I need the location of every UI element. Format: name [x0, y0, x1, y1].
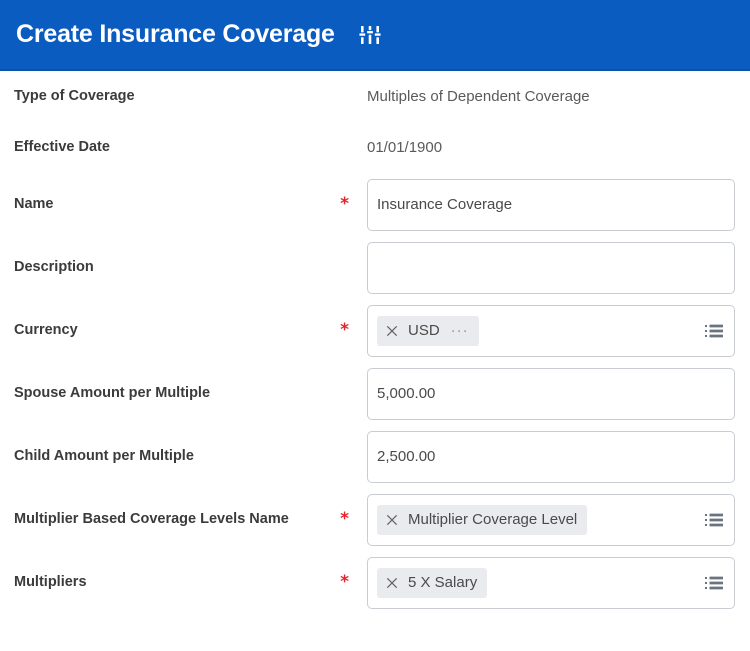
description-input[interactable]	[367, 241, 735, 294]
field-label: Multipliers	[14, 574, 87, 591]
multiplier-coverage-levels-token[interactable]: Multiplier Coverage Level	[377, 504, 588, 535]
label-cell: Effective Date *	[14, 139, 353, 156]
form-row-multiplier-based-coverage-levels-name: Multiplier Based Coverage Levels Name * …	[0, 488, 750, 551]
form-row-type-of-coverage: Type of Coverage * Multiples of Dependen…	[0, 71, 750, 122]
ellipsis-icon[interactable]: ···	[451, 323, 469, 338]
form-row-child-amount-per-multiple: Child Amount per Multiple * 2,500.00	[0, 425, 750, 488]
value-cell: 5 X Salary	[353, 556, 736, 609]
page-title: Create Insurance Coverage	[16, 20, 335, 48]
form-row-multipliers: Multipliers * 5 X Salary	[0, 551, 750, 614]
form-row-description: Description *	[0, 236, 750, 299]
label-cell: Multipliers *	[14, 574, 353, 591]
multipliers-token-label: 5 X Salary	[408, 574, 478, 591]
child-amount-input[interactable]: 2,500.00	[367, 430, 735, 483]
field-label: Effective Date	[14, 139, 110, 156]
form-row-spouse-amount-per-multiple: Spouse Amount per Multiple * 5,000.00	[0, 362, 750, 425]
spouse-amount-input[interactable]: 5,000.00	[367, 367, 735, 420]
field-label: Child Amount per Multiple	[14, 448, 194, 465]
close-icon[interactable]	[383, 322, 401, 340]
multipliers-input[interactable]: 5 X Salary	[367, 556, 735, 609]
list-icon[interactable]	[704, 323, 724, 339]
readonly-value-type-of-coverage: Multiples of Dependent Coverage	[367, 87, 590, 105]
page-header: Create Insurance Coverage	[0, 0, 750, 71]
field-label: Currency	[14, 322, 78, 339]
multipliers-token[interactable]: 5 X Salary	[377, 567, 488, 598]
value-cell	[353, 241, 736, 294]
value-cell: Multiplier Coverage Level	[353, 493, 736, 546]
currency-token-label: USD	[408, 322, 440, 339]
form-row-name: Name * Insurance Coverage	[0, 173, 750, 236]
sliders-icon[interactable]	[357, 22, 383, 48]
currency-input[interactable]: USD ···	[367, 304, 735, 357]
label-cell: Child Amount per Multiple *	[14, 448, 353, 465]
field-label: Description	[14, 259, 94, 276]
field-label: Type of Coverage	[14, 88, 135, 105]
form-row-effective-date: Effective Date * 01/01/1900	[0, 122, 750, 173]
multiplier-coverage-levels-input[interactable]: Multiplier Coverage Level	[367, 493, 735, 546]
value-cell: Multiples of Dependent Coverage	[353, 88, 736, 106]
required-marker: *	[340, 194, 349, 214]
label-cell: Multiplier Based Coverage Levels Name *	[14, 511, 353, 528]
spouse-amount-input-value: 5,000.00	[377, 384, 436, 402]
required-marker: *	[340, 320, 349, 340]
value-cell: 01/01/1900	[353, 139, 736, 157]
required-marker: *	[340, 509, 349, 529]
label-cell: Type of Coverage *	[14, 88, 353, 105]
list-icon[interactable]	[704, 512, 724, 528]
child-amount-input-value: 2,500.00	[377, 447, 436, 465]
label-cell: Currency *	[14, 322, 353, 339]
value-cell: Insurance Coverage	[353, 178, 736, 231]
readonly-value-effective-date: 01/01/1900	[367, 138, 443, 156]
label-cell: Spouse Amount per Multiple *	[14, 385, 353, 402]
required-marker: *	[340, 572, 349, 592]
form-row-currency: Currency * USD ···	[0, 299, 750, 362]
value-cell: USD ···	[353, 304, 736, 357]
multiplier-coverage-levels-token-label: Multiplier Coverage Level	[408, 511, 578, 528]
label-cell: Description *	[14, 259, 353, 276]
label-cell: Name *	[14, 196, 353, 213]
field-label: Spouse Amount per Multiple	[14, 385, 211, 402]
close-icon[interactable]	[383, 574, 401, 592]
name-input[interactable]: Insurance Coverage	[367, 178, 735, 231]
field-label: Multiplier Based Coverage Levels Name	[14, 511, 289, 528]
list-icon[interactable]	[704, 575, 724, 591]
value-cell: 5,000.00	[353, 367, 736, 420]
close-icon[interactable]	[383, 511, 401, 529]
coverage-form: Type of Coverage * Multiples of Dependen…	[0, 71, 750, 614]
value-cell: 2,500.00	[353, 430, 736, 483]
field-label: Name	[14, 196, 54, 213]
currency-token[interactable]: USD ···	[377, 315, 479, 346]
name-input-value: Insurance Coverage	[377, 195, 513, 213]
